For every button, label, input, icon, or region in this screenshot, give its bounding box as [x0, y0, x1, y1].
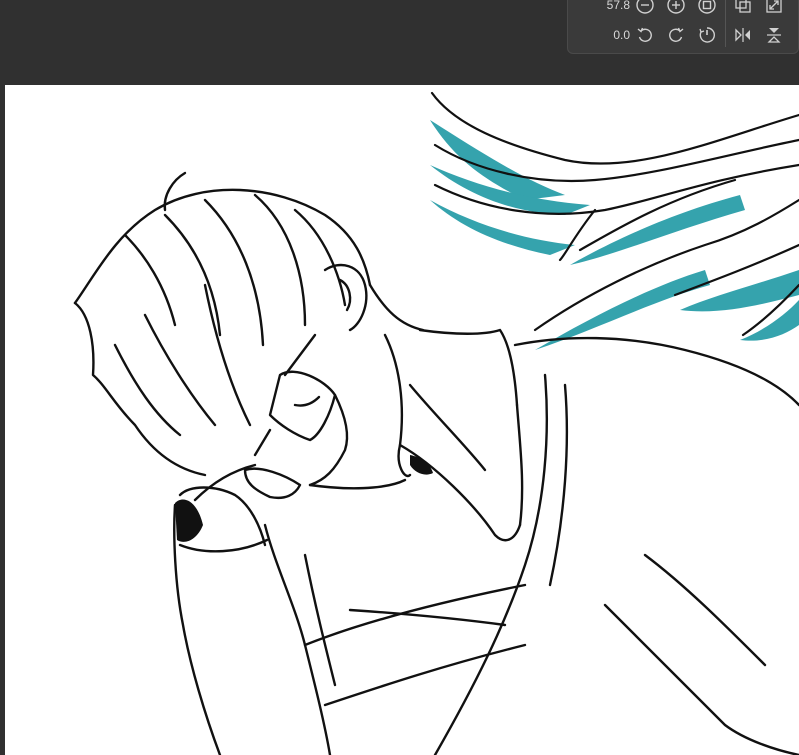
flip-horizontal-button[interactable]	[732, 24, 754, 46]
minus-circle-icon	[636, 0, 654, 14]
plus-circle-icon	[667, 0, 685, 14]
square-circle-icon	[698, 0, 716, 14]
wing-teal-shadows	[430, 120, 799, 350]
actual-size-button[interactable]	[732, 0, 754, 16]
rotation-reset-icon	[699, 27, 715, 43]
rotate-right-button[interactable]	[665, 24, 687, 46]
zoom-out-button[interactable]	[634, 0, 656, 16]
fit-zoom-button[interactable]	[696, 0, 718, 16]
rotate-left-button[interactable]	[634, 24, 656, 46]
canvas-area[interactable]	[0, 85, 799, 755]
flip-vertical-button[interactable]	[763, 24, 785, 46]
rotation-value[interactable]: 0.0	[586, 23, 630, 47]
drawing-canvas[interactable]	[5, 85, 799, 755]
fit-window-icon	[766, 0, 782, 13]
rotate-left-icon	[637, 27, 652, 42]
panel-divider	[725, 0, 726, 47]
zoom-in-button[interactable]	[665, 0, 687, 16]
zoom-row: 57.8	[568, 0, 799, 17]
rotate-right-icon	[669, 27, 684, 42]
reset-rotation-button[interactable]	[696, 24, 718, 46]
character-line-art	[73, 171, 799, 755]
flip-horizontal-icon	[735, 28, 750, 42]
line-art-illustration	[73, 91, 799, 755]
fit-window-button[interactable]	[763, 0, 785, 16]
rotation-row: 0.0	[568, 23, 799, 47]
navigator-panel: 57.8 0.0	[567, 0, 799, 54]
actual-size-icon	[735, 0, 751, 13]
flip-vertical-icon	[767, 28, 781, 43]
zoom-value[interactable]: 57.8	[586, 0, 630, 17]
dark-cuff-fill	[175, 455, 433, 542]
